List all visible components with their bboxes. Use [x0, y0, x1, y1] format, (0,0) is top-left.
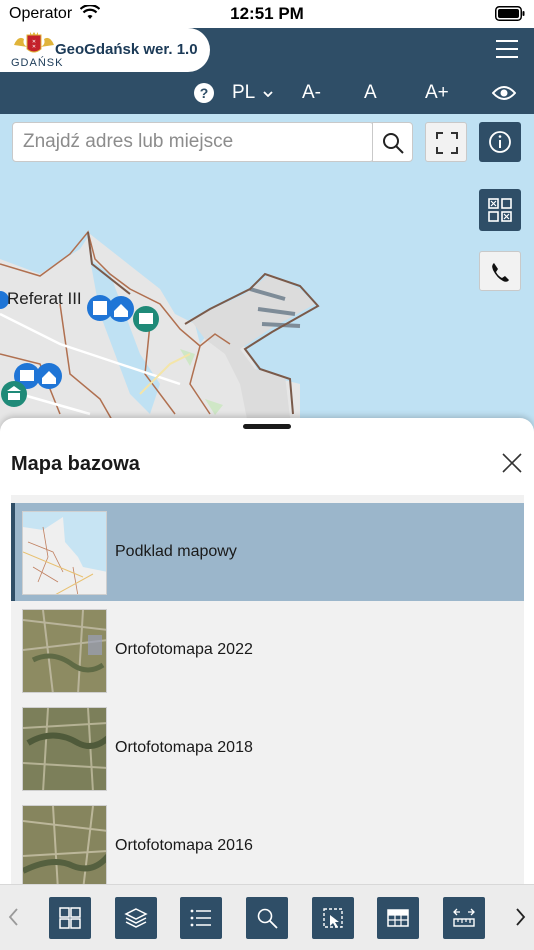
select-button[interactable] — [312, 897, 354, 939]
language-select[interactable]: PL — [232, 72, 255, 114]
basemap-thumbnail — [22, 511, 107, 595]
map-view[interactable]: Referat III — [0, 114, 534, 434]
fullscreen-icon — [436, 132, 458, 154]
basemap-panel: Mapa bazowa Podklad mapowy Ortofotomapa … — [0, 418, 534, 884]
chevron-down-icon[interactable] — [263, 91, 273, 97]
app-logo[interactable]: ✕ ✕ GDAŃSK GeoGdańsk wer. 1.0 — [0, 28, 210, 72]
app-title: GeoGdańsk wer. 1.0 — [55, 41, 198, 58]
select-area-icon — [323, 908, 343, 928]
font-decrease-button[interactable]: A- — [302, 72, 321, 114]
measure-button[interactable] — [443, 897, 485, 939]
basemap-item[interactable]: Podklad mapowy — [11, 503, 524, 601]
search-icon — [257, 908, 278, 929]
basemap-label: Ortofotomapa 2022 — [115, 641, 253, 658]
map-label: Referat III — [7, 289, 82, 308]
svg-text:✕: ✕ — [32, 44, 36, 50]
poi-marker-institution[interactable] — [1, 381, 27, 407]
eye-icon[interactable] — [492, 85, 516, 101]
basemap-label: Ortofotomapa 2016 — [115, 837, 253, 854]
status-bar: Operator 12:51 PM — [0, 0, 534, 28]
basemap-label: Ortofotomapa 2018 — [115, 739, 253, 756]
layers-button[interactable] — [115, 897, 157, 939]
battery-icon — [495, 6, 525, 21]
bottom-toolbar — [0, 884, 534, 950]
basemap-thumbnail — [22, 609, 107, 693]
drag-handle[interactable] — [243, 424, 291, 429]
panel-title: Mapa bazowa — [11, 453, 140, 475]
app-header: ✕ ✕ GDAŃSK GeoGdańsk wer. 1.0 ? PL A- A … — [0, 28, 534, 114]
table-icon — [387, 909, 409, 927]
basemap-thumbnail — [22, 707, 107, 791]
svg-text:?: ? — [200, 85, 209, 101]
chevron-left-icon[interactable] — [7, 907, 21, 927]
qr-code-icon — [488, 198, 512, 222]
grid-icon — [59, 907, 81, 929]
city-label: GDAŃSK — [11, 57, 64, 69]
attribute-table-button[interactable] — [377, 897, 419, 939]
measure-icon — [453, 908, 475, 927]
gdansk-crest-icon: ✕ ✕ — [14, 32, 54, 53]
search-input[interactable] — [13, 123, 373, 161]
qr-code-button[interactable] — [479, 189, 521, 231]
basemap-item[interactable]: Ortofotomapa 2016 — [11, 797, 524, 884]
poi-marker-building[interactable] — [133, 306, 159, 332]
phone-icon — [492, 263, 509, 282]
font-increase-button[interactable]: A+ — [425, 72, 449, 114]
clock: 12:51 PM — [230, 4, 304, 23]
layers-icon — [124, 908, 148, 928]
list-icon — [190, 909, 211, 927]
fullscreen-button[interactable] — [425, 122, 467, 162]
basemap-gallery-button[interactable] — [49, 897, 91, 939]
search-box — [12, 122, 374, 162]
search-tool-button[interactable] — [246, 897, 288, 939]
font-reset-button[interactable]: A — [364, 72, 377, 114]
accessibility-toolbar: ? PL A- A A+ — [0, 72, 534, 114]
phone-button[interactable] — [479, 251, 521, 291]
poi-marker-home[interactable] — [108, 296, 134, 322]
search-button[interactable] — [372, 122, 413, 162]
basemap-label: Podklad mapowy — [115, 543, 237, 560]
hamburger-menu-icon[interactable] — [496, 40, 518, 60]
poi-marker-house[interactable] — [36, 363, 62, 389]
basemap-item[interactable]: Ortofotomapa 2022 — [11, 601, 524, 699]
basemap-item[interactable]: Ortofotomapa 2018 — [11, 699, 524, 797]
legend-button[interactable] — [180, 897, 222, 939]
close-icon[interactable] — [501, 452, 523, 474]
help-icon[interactable]: ? — [194, 83, 214, 103]
search-icon — [383, 133, 404, 154]
chevron-right-icon[interactable] — [513, 907, 527, 927]
basemap-thumbnail — [22, 805, 107, 884]
info-icon — [489, 131, 511, 153]
basemap-list: Podklad mapowy Ortofotomapa 2022 Ortofot… — [11, 495, 524, 884]
info-button[interactable] — [479, 122, 521, 162]
